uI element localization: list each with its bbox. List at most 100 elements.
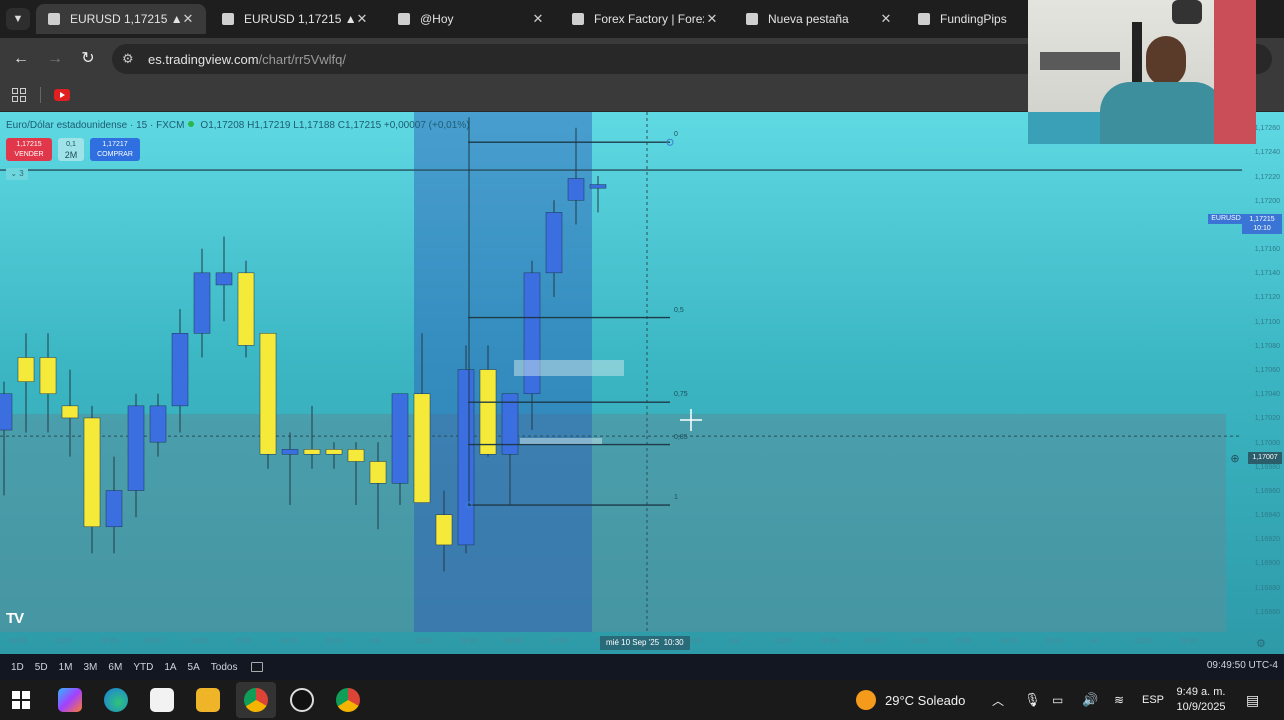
language-indicator[interactable]: ESP	[1142, 680, 1164, 720]
candle-body	[281, 449, 299, 455]
url-domain: es.tradingview.com	[148, 51, 259, 67]
weather-widget[interactable]: 29°C Soleado	[856, 680, 965, 720]
range-button[interactable]: 6M	[108, 662, 122, 673]
time-tick-label: 12:00	[550, 638, 568, 645]
time-tick-label: 15:00	[235, 638, 253, 645]
windows-start-icon[interactable]	[12, 691, 30, 709]
symbol-description[interactable]: Euro/Dólar estadounidense · 15 · FXCM	[6, 120, 184, 131]
copilot-icon[interactable]	[58, 688, 82, 712]
range-button[interactable]: 5D	[35, 662, 48, 673]
utc-clock[interactable]: 09:49:50 UTC-4	[1207, 660, 1278, 671]
tab-title: Forex Factory | Forex	[594, 12, 704, 26]
price-tick-label: 1,17240	[1254, 149, 1280, 157]
price-tick-label: 1,17000	[1254, 439, 1280, 447]
apps-grid-icon[interactable]	[12, 88, 26, 102]
browser-tab[interactable]: EURUSD 1,17215 ▲ +0✕	[36, 4, 206, 34]
fib-level-label: 0,5	[674, 306, 684, 314]
obs-icon[interactable]	[290, 688, 314, 712]
browser-tab[interactable]: FundingPips	[906, 4, 1028, 34]
time-tick-label: 03:00	[1135, 638, 1153, 645]
time-cursor-tag: mié 10 Sep '25 10:30	[600, 636, 690, 650]
sell-button[interactable]: 1,17215 VENDER	[6, 138, 52, 161]
range-button[interactable]: 1D	[11, 662, 24, 673]
chrome-profile-icon[interactable]	[336, 688, 360, 712]
reload-button[interactable]: ↻	[77, 48, 99, 70]
candle-body	[105, 490, 123, 528]
symbol-price-tag: EURUSD	[1208, 214, 1244, 224]
chart-canvas[interactable]	[0, 112, 1284, 654]
weather-text: 29°C Soleado	[885, 692, 966, 708]
candle-body	[391, 393, 409, 484]
buy-label: COMPRAR	[97, 151, 133, 158]
tab-title: EURUSD 1,17215 ▲ +0	[244, 12, 354, 26]
volume-icon[interactable]: 🔊	[1082, 680, 1098, 720]
browser-tab[interactable]: Nueva pestaña ✕	[734, 4, 904, 34]
forward-button[interactable]: →	[44, 48, 66, 70]
close-tab-icon[interactable]: ✕	[704, 11, 720, 27]
sell-price: 1,17215	[16, 141, 42, 148]
close-tab-icon[interactable]: ✕	[878, 11, 894, 27]
tradingview-icon	[220, 11, 236, 27]
candle-body	[457, 369, 475, 546]
microphone-icon[interactable]: 🎙	[1024, 680, 1041, 720]
range-button[interactable]: 3M	[84, 662, 98, 673]
range-button[interactable]: 1M	[59, 662, 73, 673]
system-clock[interactable]: 9:49 a. m. 10/9/2025	[1172, 685, 1230, 715]
price-tick-label: 1,17080	[1254, 342, 1280, 350]
candle-body	[435, 514, 453, 546]
time-tick-label: 00:00	[10, 638, 28, 645]
price-tick-label: 1,16900	[1254, 560, 1280, 568]
range-button[interactable]: 1A	[164, 662, 176, 673]
system-date: 10/9/2025	[1176, 701, 1226, 713]
range-button[interactable]: 5A	[188, 662, 200, 673]
indicators-collapse-button[interactable]: ⌄ 3	[6, 168, 28, 180]
buy-button[interactable]: 1,17217 COMPRAR	[90, 138, 140, 161]
tab-title: FundingPips	[940, 12, 1007, 26]
tab-search-button[interactable]: ▼	[6, 8, 30, 30]
close-tab-icon[interactable]: ✕	[530, 11, 546, 27]
candle-body	[325, 449, 343, 455]
wifi-icon[interactable]: ≋	[1114, 680, 1124, 720]
price-tick-label: 1,17140	[1254, 270, 1280, 278]
time-tick-label: 18:00	[1000, 638, 1018, 645]
chrome-icon	[744, 11, 760, 27]
price-axis[interactable]: 1,172601,172401,172201,172001,171801,171…	[1242, 112, 1284, 654]
tradingview-logo[interactable]: TV	[6, 610, 24, 627]
edge-icon[interactable]	[104, 688, 128, 712]
date-range-calendar-icon[interactable]	[251, 662, 264, 672]
notifications-icon[interactable]: ▤	[1246, 680, 1259, 720]
youtube-icon[interactable]	[54, 89, 70, 101]
battery-plug-icon[interactable]: ▭	[1052, 680, 1063, 720]
close-tab-icon[interactable]: ✕	[354, 11, 370, 27]
range-button[interactable]: YTD	[133, 662, 153, 673]
show-hidden-icons-chevron-icon[interactable]: ︿	[992, 680, 1004, 720]
time-tick-label: 15:00	[955, 638, 973, 645]
candle-body	[347, 449, 365, 462]
range-button[interactable]: Todos	[211, 662, 238, 673]
time-tick-label: 09:00	[145, 638, 163, 645]
file-explorer-icon[interactable]	[196, 688, 220, 712]
candle-body	[215, 272, 233, 286]
chart-settings-gear-icon[interactable]: ⚙	[1256, 637, 1266, 650]
tab-title: Nueva pestaña	[768, 12, 849, 26]
system-time: 9:49 a. m.	[1176, 686, 1226, 698]
store-icon[interactable]	[150, 688, 174, 712]
back-button[interactable]: ←	[10, 48, 32, 70]
chrome-icon[interactable]	[244, 688, 268, 712]
price-tick-label: 1,17100	[1254, 318, 1280, 326]
ohlc-values: O1,17208 H1,17219 L1,17188 C1,17215 +0,0…	[200, 120, 470, 131]
spread-size: 2M	[64, 150, 78, 160]
browser-tab[interactable]: EURUSD 1,17215 ▲ +0✕	[210, 4, 380, 34]
crosshair-plus-icon[interactable]: ⊕	[1228, 452, 1242, 466]
candle-body	[369, 461, 387, 484]
time-tick-label: 21:00	[1045, 638, 1063, 645]
fib-level-label: 0,85	[674, 433, 688, 441]
candle-body	[17, 357, 35, 382]
tradingview-chart[interactable]: Euro/Dólar estadounidense · 15 · FXCM O1,…	[0, 112, 1284, 654]
browser-tab[interactable]: Forex Factory | Forex ✕	[560, 4, 730, 34]
browser-tab[interactable]: @Hoy ✕	[386, 4, 556, 34]
site-info-icon[interactable]: ⚙	[122, 51, 140, 67]
candle-body	[567, 178, 585, 201]
close-tab-icon[interactable]: ✕	[180, 11, 196, 27]
fundingpips-icon	[916, 11, 932, 27]
